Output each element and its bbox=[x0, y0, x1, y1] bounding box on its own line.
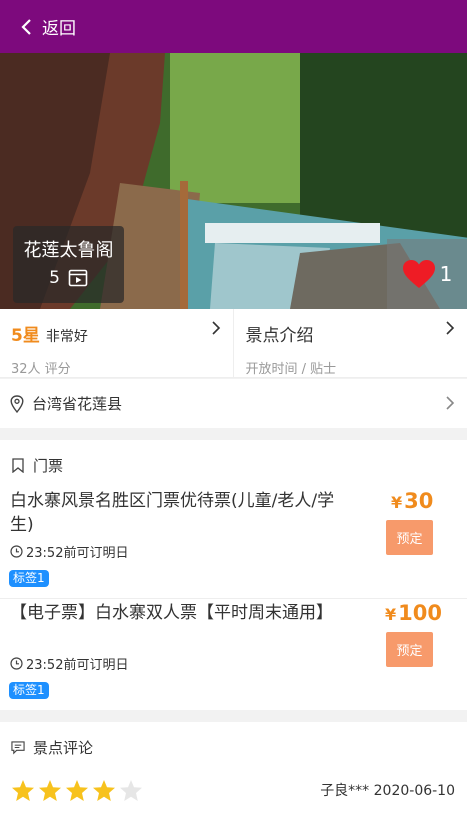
spot-name: 花莲太鲁阁 bbox=[23, 240, 114, 261]
book-button[interactable]: 预定 bbox=[386, 632, 433, 667]
rating-value: 5星 bbox=[11, 326, 40, 346]
comment-icon bbox=[11, 741, 25, 755]
review-section: 景点评论 子良*** 2020-06-10 bbox=[0, 722, 467, 815]
rating-cell[interactable]: 5星 非常好 32人 评分 bbox=[0, 309, 233, 377]
location-pin-icon bbox=[10, 394, 24, 413]
ticket-tag: 标签1 bbox=[9, 570, 49, 587]
chevron-right-icon bbox=[211, 321, 220, 335]
rating-count: 32人 评分 bbox=[11, 362, 71, 377]
ticket-item[interactable]: 白水寨风景名胜区门票优待票(儿童/老人/学生) 23:52前可订明日 标签1 ¥… bbox=[0, 489, 467, 599]
review-author-date: 子良*** 2020-06-10 bbox=[320, 783, 455, 799]
video-icon bbox=[68, 269, 88, 287]
review-section-title: 景点评论 bbox=[33, 739, 94, 757]
rating-word: 非常好 bbox=[45, 329, 88, 345]
star-filled-icon bbox=[66, 780, 88, 801]
ticket-title: 【电子票】白水寨双人票【平时周末通用】 bbox=[10, 603, 333, 623]
ticket-section-header: 门票 bbox=[0, 440, 467, 476]
back-button[interactable]: 返回 bbox=[42, 14, 76, 39]
ticket-time: 23:52前可订明日 bbox=[10, 654, 128, 673]
ticket-time-text: 23:52前可订明日 bbox=[26, 546, 129, 561]
info-row: 5星 非常好 32人 评分 景点介绍 开放时间 / 贴士 bbox=[0, 309, 467, 378]
star-empty-icon bbox=[120, 780, 142, 801]
price-amount: 30 bbox=[404, 489, 434, 513]
ticket-time: 23:52前可订明日 bbox=[10, 542, 128, 561]
ticket-item[interactable]: 【电子票】白水寨双人票【平时周末通用】 23:52前可订明日 标签1 ¥100 … bbox=[0, 601, 467, 706]
clock-icon bbox=[10, 657, 23, 670]
page: 返回 花莲太鲁阁 5 1 5星 非常好 32人 评分 景点介绍 开放时间 / 贴… bbox=[0, 0, 467, 815]
spot-caption: 花莲太鲁阁 5 bbox=[13, 226, 124, 303]
star-filled-icon bbox=[93, 780, 115, 801]
ticket-section: 门票 白水寨风景名胜区门票优待票(儿童/老人/学生) 23:52前可订明日 标签… bbox=[0, 440, 467, 710]
clock-icon bbox=[10, 545, 23, 558]
favorite-count: 1 bbox=[439, 262, 453, 286]
star-rating bbox=[11, 779, 143, 802]
chevron-right-icon bbox=[446, 396, 455, 410]
location-row[interactable]: 台湾省花莲县 bbox=[0, 379, 467, 428]
ticket-title: 白水寨风景名胜区门票优待票(儿童/老人/学生) bbox=[10, 491, 335, 535]
media-count: 5 bbox=[49, 268, 60, 288]
review-section-header: 景点评论 bbox=[0, 722, 467, 758]
chevron-right-icon bbox=[446, 321, 455, 335]
ticket-tag: 标签1 bbox=[9, 682, 49, 699]
media-row[interactable]: 5 bbox=[13, 268, 124, 288]
hero-image[interactable]: 花莲太鲁阁 5 1 bbox=[0, 53, 467, 309]
ticket-icon bbox=[12, 458, 24, 473]
ticket-time-text: 23:52前可订明日 bbox=[26, 658, 129, 673]
location-address: 台湾省花莲县 bbox=[32, 395, 123, 413]
top-bar: 返回 bbox=[0, 0, 467, 53]
ticket-section-title: 门票 bbox=[33, 457, 64, 475]
ticket-price: ¥30 bbox=[391, 489, 433, 513]
currency-symbol: ¥ bbox=[385, 605, 397, 624]
ticket-price: ¥100 bbox=[385, 601, 442, 625]
heart-icon bbox=[402, 260, 435, 288]
star-filled-icon bbox=[12, 780, 34, 801]
intro-subtitle: 开放时间 / 贴士 bbox=[245, 362, 337, 377]
book-button[interactable]: 预定 bbox=[386, 520, 433, 555]
intro-cell[interactable]: 景点介绍 开放时间 / 贴士 bbox=[232, 309, 467, 377]
divider bbox=[0, 598, 467, 599]
chevron-left-icon[interactable] bbox=[18, 18, 36, 36]
favorite-button[interactable]: 1 bbox=[387, 239, 467, 309]
currency-symbol: ¥ bbox=[391, 493, 403, 512]
star-filled-icon bbox=[39, 780, 61, 801]
price-amount: 100 bbox=[398, 601, 442, 625]
intro-title: 景点介绍 bbox=[245, 326, 314, 346]
